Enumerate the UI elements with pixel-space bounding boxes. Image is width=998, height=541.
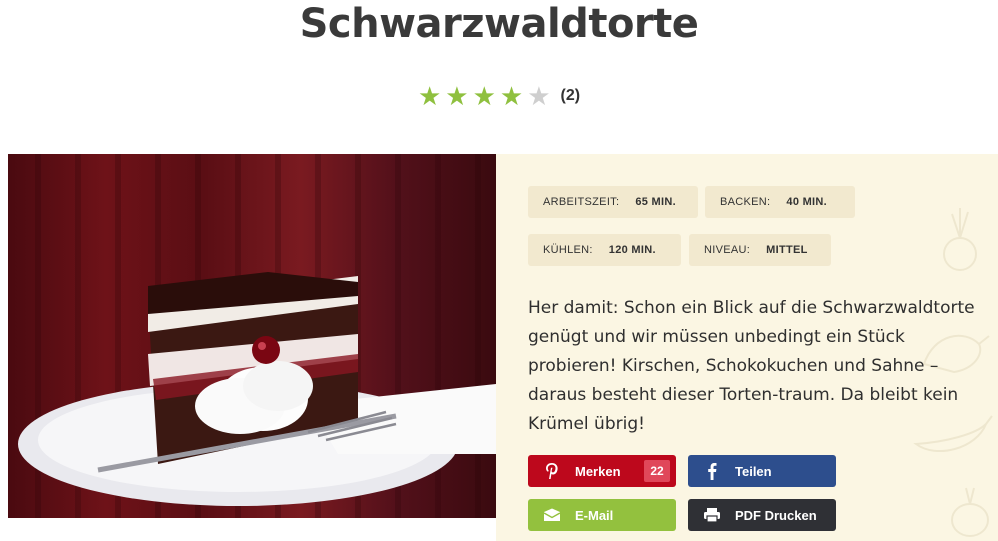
rating-count: (2) (560, 87, 581, 104)
facebook-share-button[interactable]: Teilen (688, 455, 836, 487)
facebook-icon (688, 462, 735, 480)
info-label: ARBEITSZEIT: (543, 196, 620, 208)
pdf-print-button[interactable]: PDF Drucken (688, 499, 836, 531)
recipe-info-panel: ARBEITSZEIT: 65 MIN. BACKEN: 40 MIN. KÜH… (496, 154, 998, 541)
info-chip-backen: BACKEN: 40 MIN. (705, 186, 855, 218)
pinterest-button[interactable]: Merken 22 (528, 455, 676, 487)
star-icon[interactable]: ★ (500, 82, 523, 110)
pinterest-label: Merken (575, 463, 621, 479)
info-label: NIVEAU: (704, 244, 751, 256)
rating[interactable]: ★ ★ ★ ★ ★ (2) (0, 82, 998, 110)
star-icon[interactable]: ★ (418, 82, 441, 110)
star-icon[interactable]: ★ (473, 82, 496, 110)
email-share-button[interactable]: E-Mail (528, 499, 676, 531)
email-label: E-Mail (575, 507, 614, 523)
pdf-label: PDF Drucken (735, 507, 817, 523)
printer-icon (688, 507, 735, 523)
envelope-icon (528, 508, 575, 522)
pinterest-icon (528, 462, 575, 480)
info-chip-niveau: NIVEAU: MITTEL (689, 234, 831, 266)
vegetable-decoration-icon (943, 208, 977, 271)
info-chip-arbeitszeit: ARBEITSZEIT: 65 MIN. (528, 186, 698, 218)
onion-decoration-icon (951, 487, 989, 537)
cake-illustration (18, 154, 496, 518)
info-value: 120 MIN. (608, 244, 656, 256)
star-icon[interactable]: ★ (527, 82, 550, 110)
info-label: KÜHLEN: (543, 244, 593, 256)
cake-photo (8, 154, 496, 518)
pinterest-count-badge: 22 (644, 460, 670, 482)
recipe-title: Schwarzwaldtorte (299, 1, 699, 47)
facebook-label: Teilen (735, 463, 772, 479)
star-icon[interactable]: ★ (445, 82, 468, 110)
info-label: BACKEN: (720, 196, 771, 208)
info-value: 40 MIN. (786, 196, 828, 208)
info-chip-kuehlen: KÜHLEN: 120 MIN. (528, 234, 681, 266)
info-value: MITTEL (766, 244, 808, 256)
recipe-description: Her damit: Schon ein Blick auf die Schwa… (528, 298, 975, 434)
info-value: 65 MIN. (635, 196, 676, 208)
